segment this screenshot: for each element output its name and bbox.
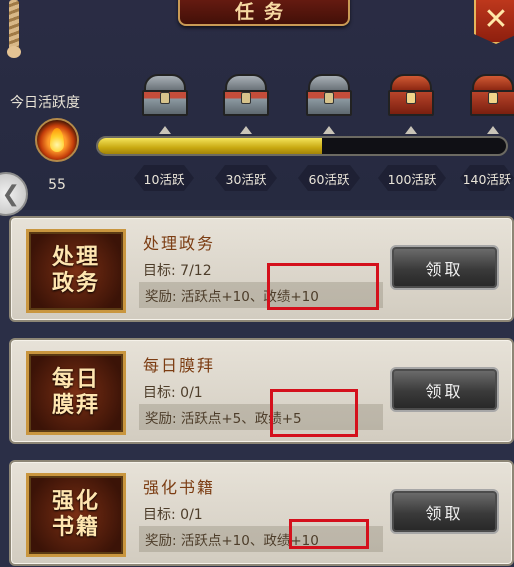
task-card: 处理政务 处理政务 目标: 7/12 奖励: 活跃点+10、政绩+10 领取 [9,216,514,322]
milestone-label: 30活跃 [215,165,277,191]
flame-icon [50,128,64,152]
milestone-tick [405,126,417,134]
task-goal: 目标: 7/12 [143,263,212,279]
milestone-tick [487,126,499,134]
task-goal: 目标: 0/1 [143,385,203,401]
activity-progress-fill [98,138,323,154]
window-title: 任务 [178,0,350,26]
claim-button[interactable]: 领取 [390,245,499,290]
grey-chest-icon[interactable] [223,74,269,118]
claim-button[interactable]: 领取 [390,489,499,534]
rope-knob-decoration [7,46,21,58]
highlight-annotation [289,519,369,549]
task-icon-text: 每日膜拜 [51,366,100,418]
task-icon-badge: 处理政务 [26,229,126,313]
grey-chest-icon[interactable] [142,74,188,118]
flame-orb-icon [35,118,79,162]
activity-progress-bar [96,136,508,156]
task-icon-badge: 强化书籍 [26,473,126,557]
milestone-label: 140活跃 [460,165,514,191]
task-name: 强化书籍 [143,478,216,497]
chevron-left-icon: ❮ [1,181,20,207]
task-icon-text: 处理政务 [51,244,100,296]
task-icon-badge: 每日膜拜 [26,351,126,435]
close-icon: ✕ [483,1,509,37]
milestone-label: 60活跃 [298,165,360,191]
milestone-tick [323,126,335,134]
task-name: 处理政务 [143,234,216,253]
task-name: 每日膜拜 [143,356,216,375]
highlight-annotation [270,389,358,437]
milestone-tick [159,126,171,134]
grey-chest-icon[interactable] [306,74,352,118]
claim-button[interactable]: 领取 [390,367,499,412]
milestone-tick [240,126,252,134]
task-card: 每日膜拜 每日膜拜 目标: 0/1 奖励: 活跃点+5、政绩+5 领取 [9,338,514,444]
activity-value: 55 [48,177,66,193]
task-goal: 目标: 0/1 [143,507,203,523]
milestone-label: 100活跃 [378,165,446,191]
task-card: 强化书籍 强化书籍 目标: 0/1 奖励: 活跃点+10、政绩+10 领取 [9,460,514,566]
task-icon-text: 强化书籍 [51,488,100,540]
highlight-annotation [267,263,379,310]
milestone-label: 10活跃 [134,165,194,191]
red-chest-icon[interactable] [388,74,434,118]
rope-decoration [9,0,19,50]
red-chest-icon[interactable] [470,74,514,118]
activity-label: 今日活跃度 [10,95,80,111]
